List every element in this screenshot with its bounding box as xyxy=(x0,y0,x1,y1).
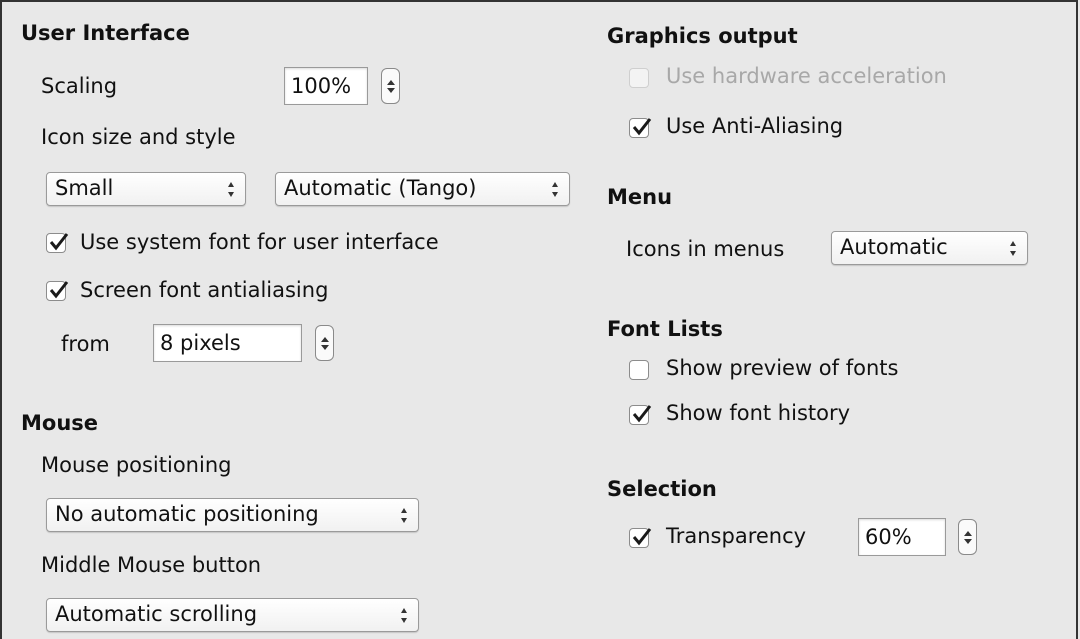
icon-style-select[interactable]: Automatic (Tango) xyxy=(275,172,570,206)
screen-font-antialiasing-checkbox[interactable] xyxy=(46,281,69,301)
system-font-label: Use system font for user interface xyxy=(80,230,439,254)
show-font-history-label: Show font history xyxy=(666,401,851,425)
show-preview-fonts-label: Show preview of fonts xyxy=(666,356,899,380)
transparency-stepper[interactable] xyxy=(958,519,977,555)
chevron-updown-icon xyxy=(227,182,235,197)
middle-mouse-button-value: Automatic scrolling xyxy=(55,602,258,626)
from-label: from xyxy=(61,332,110,356)
selection-heading: Selection xyxy=(607,477,717,501)
menu-heading: Menu xyxy=(607,185,673,209)
antialiasing-from-stepper[interactable] xyxy=(315,325,334,361)
transparency-input[interactable]: 60% xyxy=(858,518,946,556)
scaling-input[interactable]: 100% xyxy=(284,67,368,105)
icons-in-menus-value: Automatic xyxy=(840,235,948,259)
mouse-heading: Mouse xyxy=(21,411,99,435)
transparency-checkbox[interactable] xyxy=(629,528,652,548)
user-interface-heading: User Interface xyxy=(21,21,190,45)
icons-in-menus-select[interactable]: Automatic xyxy=(831,231,1028,265)
mouse-positioning-label: Mouse positioning xyxy=(41,453,232,477)
chevron-updown-icon xyxy=(1009,241,1017,256)
icon-style-value: Automatic (Tango) xyxy=(284,176,477,200)
mouse-positioning-select[interactable]: No automatic positioning xyxy=(46,498,419,532)
anti-aliasing-checkbox[interactable] xyxy=(629,118,652,138)
antialiasing-from-input[interactable]: 8 pixels xyxy=(153,324,302,362)
graphics-output-heading: Graphics output xyxy=(607,24,798,48)
anti-aliasing-label: Use Anti-Aliasing xyxy=(666,114,844,138)
icons-in-menus-label: Icons in menus xyxy=(626,237,785,261)
show-font-history-checkbox[interactable] xyxy=(629,405,652,425)
hardware-acceleration-label: Use hardware acceleration xyxy=(666,64,947,88)
checkmark-icon xyxy=(49,281,69,299)
show-preview-fonts-checkbox[interactable] xyxy=(629,360,649,380)
checkmark-icon xyxy=(49,233,69,251)
mouse-positioning-value: No automatic positioning xyxy=(55,502,319,526)
icon-size-value: Small xyxy=(55,176,114,200)
checkmark-icon xyxy=(632,118,652,136)
middle-mouse-button-select[interactable]: Automatic scrolling xyxy=(46,598,419,632)
icon-size-select[interactable]: Small xyxy=(46,172,246,206)
transparency-label: Transparency xyxy=(666,524,807,548)
scaling-label: Scaling xyxy=(41,74,118,98)
font-lists-heading: Font Lists xyxy=(607,317,723,341)
checkmark-icon xyxy=(632,528,652,546)
middle-mouse-button-label: Middle Mouse button xyxy=(41,553,262,577)
icon-size-style-label: Icon size and style xyxy=(41,125,236,149)
hardware-acceleration-checkbox[interactable] xyxy=(629,68,649,88)
chevron-updown-icon xyxy=(400,508,408,523)
chevron-updown-icon xyxy=(400,608,408,623)
screen-font-antialiasing-label: Screen font antialiasing xyxy=(80,278,329,302)
checkmark-icon xyxy=(632,405,652,423)
chevron-updown-icon xyxy=(551,182,559,197)
system-font-checkbox[interactable] xyxy=(46,233,69,253)
scaling-stepper[interactable] xyxy=(381,68,400,104)
